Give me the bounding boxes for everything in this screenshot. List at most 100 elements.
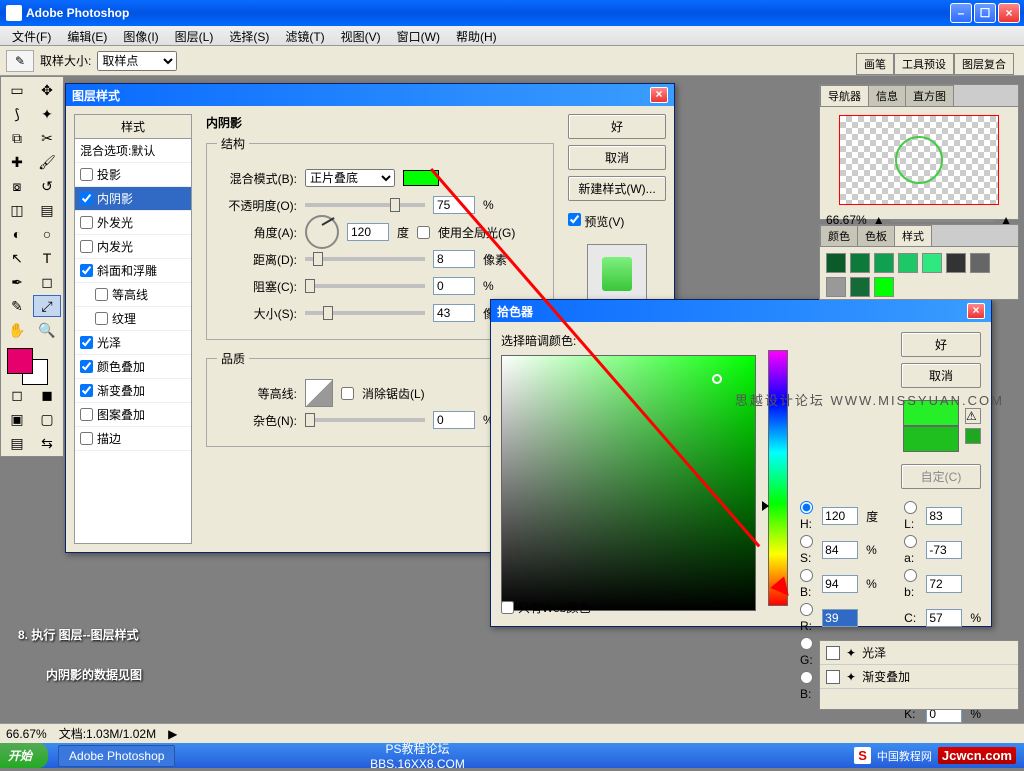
- style-swatch[interactable]: [826, 253, 846, 273]
- tab-histogram[interactable]: 直方图: [905, 85, 954, 106]
- tool-slice[interactable]: ✂: [33, 127, 61, 149]
- screen-menu[interactable]: ▤: [3, 432, 31, 454]
- menu-edit[interactable]: 编辑(E): [59, 26, 115, 45]
- websafe-swatch[interactable]: [965, 428, 981, 444]
- distance-input[interactable]: [433, 250, 475, 268]
- fx-row-gradient[interactable]: ✦渐变叠加: [820, 665, 1018, 689]
- lab-b-radio[interactable]: [904, 569, 917, 582]
- style-check[interactable]: [80, 192, 93, 205]
- cancel-button[interactable]: 取消: [568, 145, 666, 170]
- l-input[interactable]: [926, 507, 962, 525]
- menu-filter[interactable]: 滤镜(T): [277, 26, 332, 45]
- quickmask-off[interactable]: ◻: [3, 384, 31, 406]
- tool-gradient[interactable]: ▤: [33, 199, 61, 221]
- picker-close[interactable]: ×: [967, 303, 985, 319]
- lab-b-input[interactable]: [926, 575, 962, 593]
- h-radio[interactable]: [800, 501, 813, 514]
- tool-marquee[interactable]: ▭: [3, 79, 31, 101]
- noise-input[interactable]: [433, 411, 475, 429]
- tool-dodge[interactable]: ○: [33, 223, 61, 245]
- tab-color[interactable]: 颜色: [820, 225, 858, 246]
- eye-icon[interactable]: [826, 646, 840, 660]
- style-check[interactable]: [95, 312, 108, 325]
- tool-brush[interactable]: 🖌: [33, 151, 61, 173]
- screen-std[interactable]: ▣: [3, 408, 31, 430]
- style-swatch[interactable]: [946, 253, 966, 273]
- style-check[interactable]: [80, 240, 93, 253]
- choke-slider[interactable]: [305, 284, 425, 288]
- r-radio[interactable]: [800, 603, 813, 616]
- tool-crop[interactable]: ⧉: [3, 127, 31, 149]
- tool-zoom[interactable]: 🔍: [33, 319, 61, 341]
- style-swatch[interactable]: [970, 253, 990, 273]
- style-check[interactable]: [80, 408, 93, 421]
- minimize-button[interactable]: –: [950, 3, 972, 23]
- tool-lasso[interactable]: ⟆: [3, 103, 31, 125]
- screen-full[interactable]: ▢: [33, 408, 61, 430]
- tab-info[interactable]: 信息: [868, 85, 906, 106]
- noise-slider[interactable]: [305, 418, 425, 422]
- style-check[interactable]: [80, 432, 93, 445]
- b-input[interactable]: [822, 575, 858, 593]
- tab-styles[interactable]: 样式: [894, 225, 932, 246]
- navigator-preview[interactable]: [839, 115, 999, 205]
- eyedropper-icon[interactable]: ✎: [6, 50, 34, 72]
- angle-input[interactable]: [347, 223, 389, 241]
- c-input[interactable]: [926, 609, 962, 627]
- size-slider[interactable]: [305, 311, 425, 315]
- style-swatch[interactable]: [898, 253, 918, 273]
- tool-notes[interactable]: ✎: [3, 295, 31, 317]
- opacity-slider[interactable]: [305, 203, 425, 207]
- ok-button[interactable]: 好: [568, 114, 666, 139]
- tool-history[interactable]: ↺: [33, 175, 61, 197]
- style-check[interactable]: [80, 360, 93, 373]
- palette-tab-toolpresets[interactable]: 工具预设: [894, 53, 954, 75]
- style-swatch[interactable]: [850, 277, 870, 297]
- style-check[interactable]: [95, 288, 108, 301]
- s-radio[interactable]: [800, 535, 813, 548]
- tool-hand[interactable]: ✋: [3, 319, 31, 341]
- tab-swatches[interactable]: 色板: [857, 225, 895, 246]
- tool-type[interactable]: T: [33, 247, 61, 269]
- web-only-check[interactable]: [501, 601, 514, 614]
- style-row-6[interactable]: 等高线: [75, 283, 191, 307]
- style-row-4[interactable]: 内发光: [75, 235, 191, 259]
- angle-dial[interactable]: [305, 215, 339, 249]
- tool-stamp[interactable]: ⧇: [3, 175, 31, 197]
- style-swatch[interactable]: [874, 253, 894, 273]
- h-input[interactable]: [822, 507, 858, 525]
- maximize-button[interactable]: ☐: [974, 3, 996, 23]
- foreground-color[interactable]: [7, 348, 33, 374]
- quickmask-on[interactable]: ◼: [33, 384, 61, 406]
- tool-path[interactable]: ↖: [3, 247, 31, 269]
- menu-window[interactable]: 窗口(W): [389, 26, 448, 45]
- tool-eyedropper[interactable]: ⤢: [33, 295, 61, 317]
- use-global-check[interactable]: [417, 226, 430, 239]
- layer-style-close[interactable]: ×: [650, 87, 668, 103]
- taskbar-item-photoshop[interactable]: Adobe Photoshop: [58, 745, 175, 767]
- tool-move[interactable]: ✥: [33, 79, 61, 101]
- style-check[interactable]: [80, 336, 93, 349]
- palette-tab-layercomps[interactable]: 图层复合: [954, 53, 1014, 75]
- style-row-3[interactable]: 外发光: [75, 211, 191, 235]
- tool-eraser[interactable]: ◫: [3, 199, 31, 221]
- preview-check[interactable]: [568, 213, 581, 226]
- s-input[interactable]: [822, 541, 858, 559]
- palette-tab-brushes[interactable]: 画笔: [856, 53, 894, 75]
- style-check[interactable]: [80, 216, 93, 229]
- style-row-9[interactable]: 颜色叠加: [75, 355, 191, 379]
- style-row-8[interactable]: 光泽: [75, 331, 191, 355]
- contour-swatch[interactable]: [305, 379, 333, 407]
- style-swatch[interactable]: [874, 277, 894, 297]
- menu-select[interactable]: 选择(S): [221, 26, 277, 45]
- style-row-12[interactable]: 描边: [75, 427, 191, 451]
- tool-heal[interactable]: ✚: [3, 151, 31, 173]
- sample-size-select[interactable]: 取样点: [97, 51, 177, 71]
- blend-mode-select[interactable]: 正片叠底: [305, 169, 395, 187]
- r-input[interactable]: [822, 609, 858, 627]
- style-row-10[interactable]: 渐变叠加: [75, 379, 191, 403]
- bv-radio[interactable]: [800, 671, 813, 684]
- style-row-5[interactable]: 斜面和浮雕: [75, 259, 191, 283]
- picker-ok-button[interactable]: 好: [901, 332, 981, 357]
- tool-wand[interactable]: ✦: [33, 103, 61, 125]
